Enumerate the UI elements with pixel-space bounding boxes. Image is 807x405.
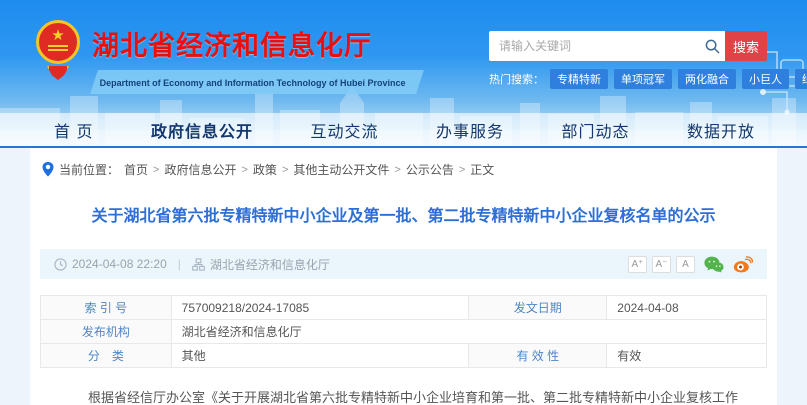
nav-item-department-news[interactable]: 部门动态 xyxy=(561,118,629,142)
weibo-share-icon[interactable] xyxy=(733,256,753,273)
font-size-controls: A⁺ A⁻ A xyxy=(623,256,753,273)
breadcrumb-item-gov-info[interactable]: 政府信息公开 xyxy=(164,161,236,178)
nav-item-gov-info[interactable]: 政府信息公开 xyxy=(151,118,253,142)
article-body-paragraph: 根据省经信厅办公室《关于开展湖北省第六批专精特新中小企业培育和第一批、第二批专精… xyxy=(40,386,767,405)
nav-item-interaction[interactable]: 互动交流 xyxy=(310,118,378,142)
emblem-star-glyph: ★ xyxy=(51,29,64,43)
breadcrumb-item-policy[interactable]: 政策 xyxy=(253,161,277,178)
publisher-value: 湖北省经济和信息化厅 xyxy=(171,320,766,344)
breadcrumb-item-other-docs[interactable]: 其他主动公开文件 xyxy=(293,161,389,178)
hot-search-item-3[interactable]: 小巨人 xyxy=(742,69,789,89)
emblem-gate-shape xyxy=(48,45,68,47)
wechat-share-icon[interactable] xyxy=(704,256,724,273)
article-meta-band: 2024-04-08 22:20 | 湖北省经济和信息化厅 A⁺ A⁻ A xyxy=(40,249,767,279)
site-subtitle-banner: Department of Economy and Information Te… xyxy=(90,70,424,94)
breadcrumb-label: 当前位置： xyxy=(59,161,119,178)
category-label: 分 类 xyxy=(41,344,172,368)
nav-item-services[interactable]: 办事服务 xyxy=(436,118,504,142)
breadcrumb-separator: > xyxy=(241,164,247,176)
index-number-label: 索 引 号 xyxy=(41,296,172,320)
validity-label: 有 效 性 xyxy=(469,344,607,368)
main-nav: 首 页 政府信息公开 互动交流 办事服务 部门动态 数据开放 xyxy=(0,113,807,148)
category-value: 其他 xyxy=(171,344,469,368)
validity-value: 有效 xyxy=(607,344,767,368)
document-meta-table: 索 引 号 757009218/2024-17085 发文日期 2024-04-… xyxy=(40,295,767,368)
search-input[interactable] xyxy=(489,39,699,53)
breadcrumb-item-home[interactable]: 首页 xyxy=(124,161,148,178)
publish-time: 2024-04-08 22:20 xyxy=(72,257,167,271)
meta-separator: | xyxy=(178,257,181,271)
table-row: 发布机构 湖北省经济和信息化厅 xyxy=(41,320,767,344)
hot-search-item-2[interactable]: 两化融合 xyxy=(678,69,736,89)
hot-search-label: 热门搜索： xyxy=(489,71,544,87)
site-title: 湖北省经济和信息化厅 xyxy=(92,24,420,63)
breadcrumb-item-announcements[interactable]: 公示公告 xyxy=(406,161,454,178)
breadcrumb-separator: > xyxy=(394,164,400,176)
hot-search-item-0[interactable]: 专精特新 xyxy=(550,69,608,89)
table-row: 分 类 其他 有 效 性 有效 xyxy=(41,344,767,368)
article-source: 湖北省经济和信息化厅 xyxy=(210,256,330,273)
table-row: 索 引 号 757009218/2024-17085 发文日期 2024-04-… xyxy=(41,296,767,320)
breadcrumb-separator: > xyxy=(282,164,288,176)
publisher-label: 发布机构 xyxy=(41,320,172,344)
site-logo[interactable]: ★ 湖北省经济和信息化厅 Department of Economy and I… xyxy=(34,20,420,94)
font-reset-button[interactable]: A xyxy=(676,256,695,273)
search-area: 搜索 热门搜索： 专精特新 单项冠军 两化融合 小巨人 绿色工厂 xyxy=(489,31,767,89)
site-header: ★ 湖北省经济和信息化厅 Department of Economy and I… xyxy=(0,0,807,148)
emblem-ribbon-shape xyxy=(47,66,69,80)
site-subtitle-en: Department of Economy and Information Te… xyxy=(100,78,406,88)
font-smaller-button[interactable]: A⁻ xyxy=(652,256,671,273)
hot-search-item-4[interactable]: 绿色工厂 xyxy=(795,69,807,89)
organization-icon xyxy=(192,258,205,271)
breadcrumb-separator: > xyxy=(153,164,159,176)
nav-item-home[interactable]: 首 页 xyxy=(54,118,93,142)
issue-date-value: 2024-04-08 xyxy=(607,296,767,320)
search-button[interactable]: 搜索 xyxy=(725,31,767,61)
search-icon[interactable] xyxy=(699,39,725,54)
article-title: 关于湖北省第六批专精特新中小企业及第一批、第二批专精特新中小企业复核名单的公示 xyxy=(40,202,767,226)
font-larger-button[interactable]: A⁺ xyxy=(628,256,647,273)
breadcrumb-separator: > xyxy=(459,164,465,176)
index-number-value: 757009218/2024-17085 xyxy=(171,296,469,320)
breadcrumb: 当前位置： 首页 > 政府信息公开 > 政策 > 其他主动公开文件 > 公示公告… xyxy=(40,148,767,178)
location-pin-icon xyxy=(42,162,54,177)
clock-icon xyxy=(54,258,67,271)
national-emblem-icon: ★ xyxy=(34,20,82,80)
breadcrumb-item-current: 正文 xyxy=(470,161,494,178)
content-card: 当前位置： 首页 > 政府信息公开 > 政策 > 其他主动公开文件 > 公示公告… xyxy=(30,148,777,405)
hot-search-item-1[interactable]: 单项冠军 xyxy=(614,69,672,89)
nav-item-open-data[interactable]: 数据开放 xyxy=(687,118,755,142)
issue-date-label: 发文日期 xyxy=(469,296,607,320)
